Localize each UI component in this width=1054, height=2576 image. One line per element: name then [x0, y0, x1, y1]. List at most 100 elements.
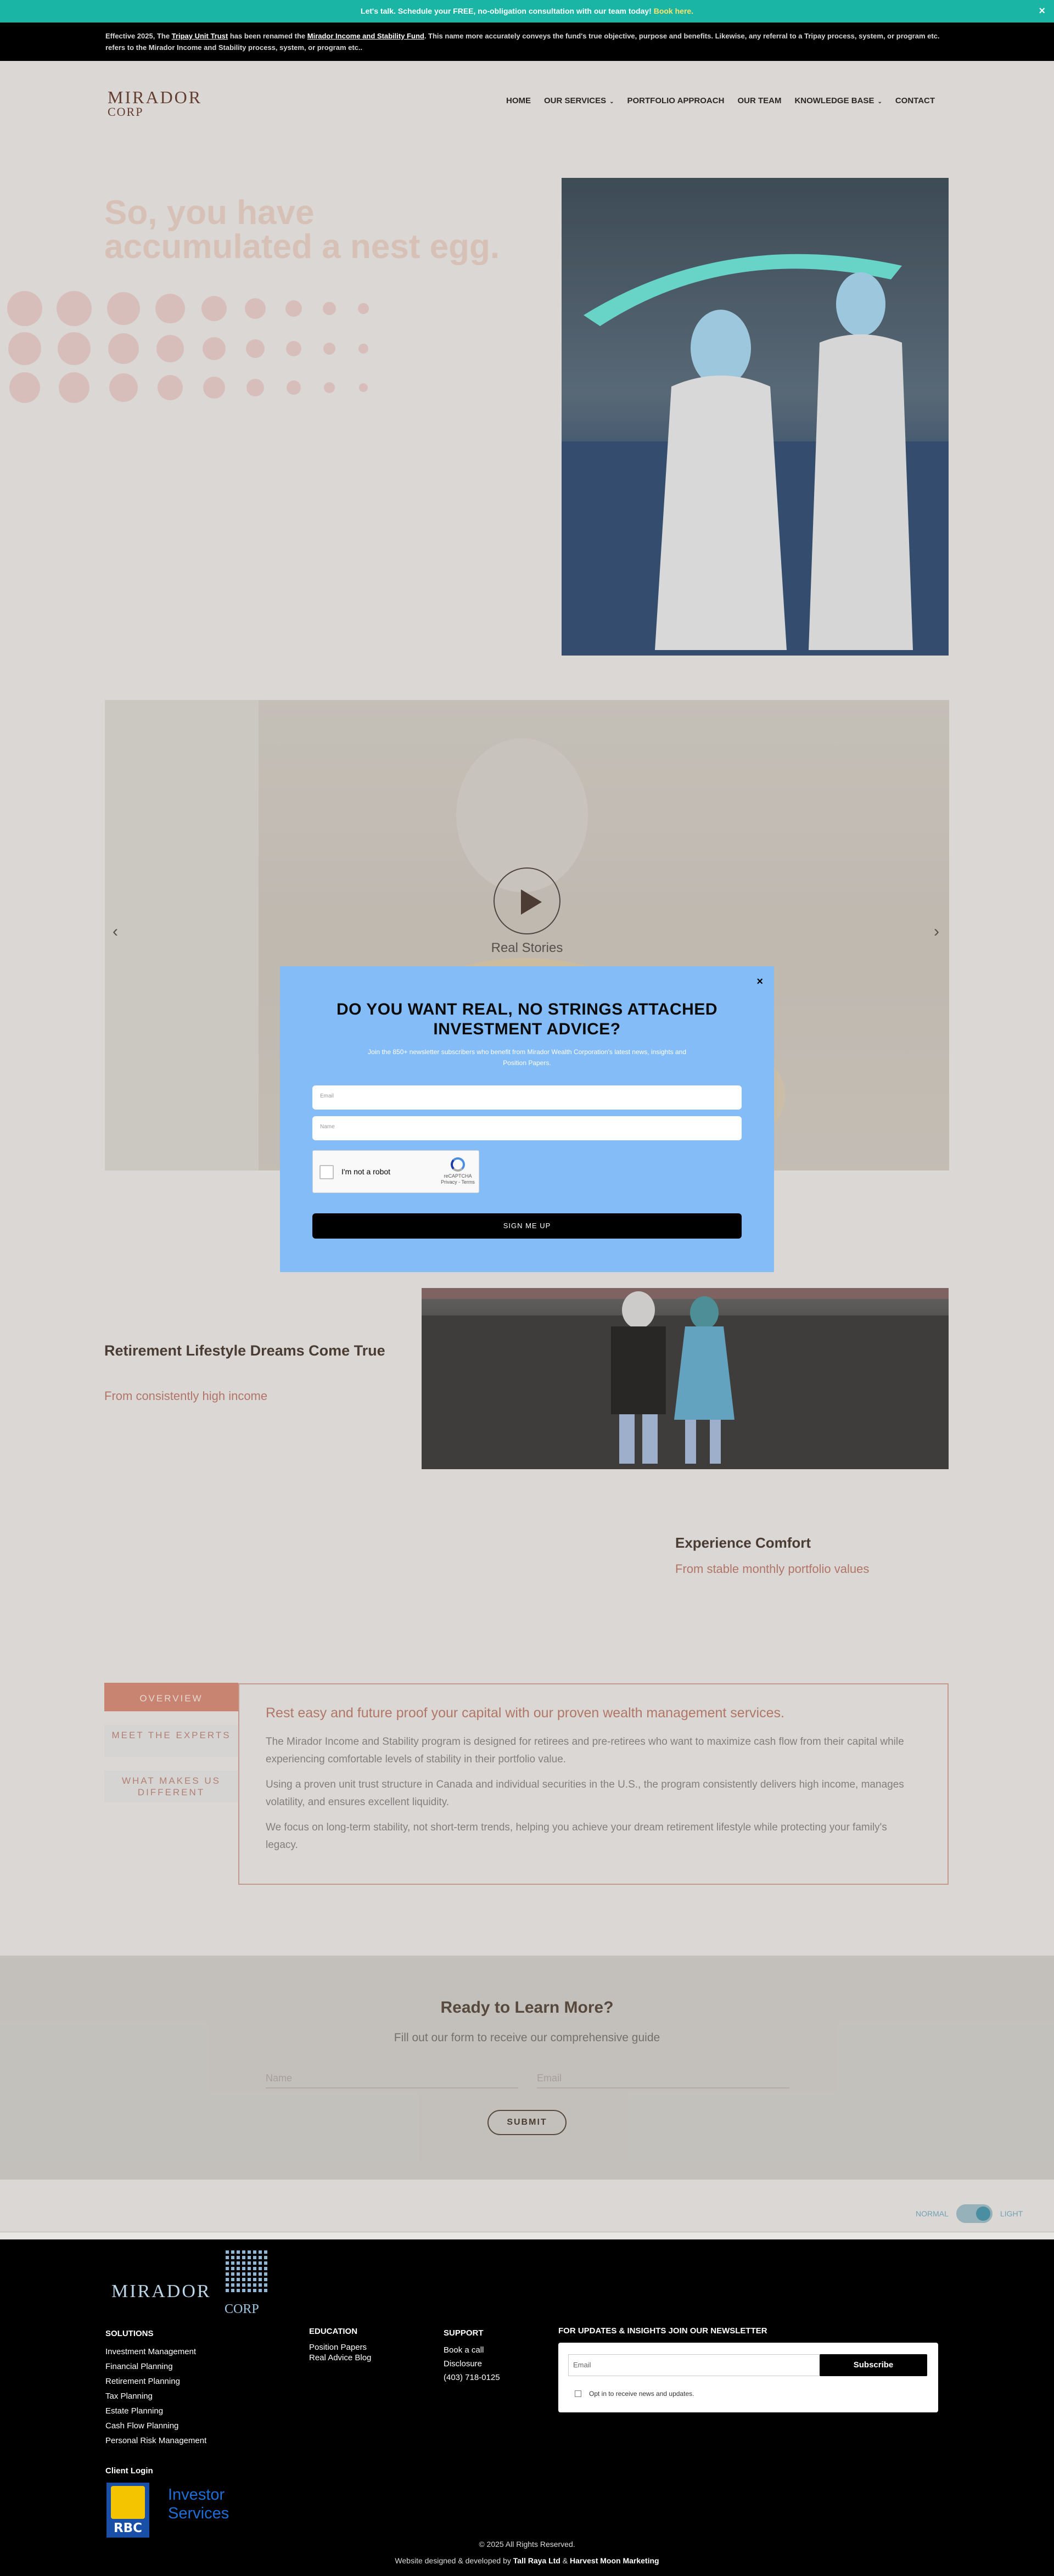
- credit-prefix: Website designed & developed by: [395, 2556, 513, 2565]
- book-here-link[interactable]: Book here.: [654, 7, 693, 15]
- decorative-dots: [7, 291, 369, 403]
- nav-portfolio-approach[interactable]: PORTFOLIO APPROACH: [627, 96, 724, 105]
- copyright: © 2025 All Rights Reserved.: [479, 2540, 575, 2549]
- recaptcha-badge: reCAPTCHA Privacy - Terms: [440, 1157, 475, 1185]
- learn-subtitle: Fill out our form to receive our compreh…: [394, 2031, 660, 2044]
- rename-notice: Effective 2025, The Tripay Unit Trust ha…: [0, 23, 1054, 61]
- email-field[interactable]: Email: [537, 2073, 789, 2088]
- prev-arrow-icon[interactable]: ‹: [113, 922, 118, 941]
- footer-link[interactable]: Cash Flow Planning: [105, 2418, 206, 2433]
- recaptcha-links[interactable]: Privacy - Terms: [440, 1179, 475, 1185]
- tab-meet-the-experts[interactable]: MEET THE EXPERTS: [104, 1725, 238, 1757]
- sign-me-up-button[interactable]: SIGN ME UP: [312, 1213, 742, 1239]
- footer-support: SUPPORT Book a call Disclosure (403) 718…: [444, 2326, 500, 2384]
- captcha-label: I'm not a robot: [341, 1167, 391, 1176]
- footer-link[interactable]: Position Papers: [309, 2342, 371, 2353]
- tab-what-makes-us-different[interactable]: WHAT MAKES US DIFFERENT: [104, 1771, 238, 1802]
- nav-label: HOME: [506, 96, 531, 105]
- newsletter-heading: FOR UPDATES & INSIGHTS JOIN OUR NEWSLETT…: [558, 2326, 767, 2336]
- site-logo[interactable]: MIRADOR CORP: [108, 88, 202, 118]
- footer-link[interactable]: Book a call: [444, 2343, 500, 2357]
- toggle-label-normal: NORMAL: [916, 2209, 949, 2218]
- modal-name-input[interactable]: Name: [312, 1116, 742, 1140]
- chevron-down-icon: ⌄: [877, 99, 882, 105]
- footer-link[interactable]: Estate Planning: [105, 2404, 206, 2418]
- notice-text-1: Effective 2025, The: [105, 32, 172, 40]
- support-heading: SUPPORT: [444, 2328, 484, 2338]
- tab-overview[interactable]: OVERVIEW: [104, 1683, 238, 1711]
- video-caption: Real Stories: [491, 940, 563, 955]
- couple-beach-image: [422, 1288, 949, 1469]
- subscribe-button[interactable]: Subscribe: [820, 2354, 927, 2376]
- lifestyle-title: Retirement Lifestyle Dreams Come True: [104, 1342, 385, 1359]
- nav-label: KNOWLEDGE BASE: [794, 96, 874, 105]
- old-fund-name: Tripay Unit Trust: [171, 32, 228, 40]
- footer-link[interactable]: Tax Planning: [105, 2389, 206, 2404]
- newsletter-email-input[interactable]: Email: [568, 2354, 821, 2376]
- modal-title: DO YOU WANT REAL, NO STRINGS ATTACHED IN…: [336, 1000, 718, 1038]
- hero-image-surfers: [562, 178, 949, 656]
- site-footer: MIRADOR CORP SOLUTIONS Investment Manage…: [0, 2239, 1054, 2576]
- captcha-checkbox[interactable]: [319, 1165, 334, 1179]
- info-tabs: OVERVIEW MEET THE EXPERTS WHAT MAKES US …: [104, 1683, 238, 1816]
- logo-wordmark: MIRADOR: [108, 87, 203, 107]
- investor-services-link[interactable]: Investor Services: [168, 2485, 229, 2523]
- credit-amp: &: [560, 2556, 570, 2565]
- optin-checkbox[interactable]: [575, 2390, 581, 2397]
- switch-knob: [975, 2207, 990, 2221]
- footer-education: EDUCATION Position Papers Real Advice Bl…: [309, 2326, 371, 2363]
- close-icon[interactable]: ×: [1039, 0, 1045, 23]
- play-icon[interactable]: [494, 867, 560, 934]
- modal-email-input[interactable]: Email: [312, 1085, 742, 1110]
- client-login-heading: Client Login: [105, 2466, 153, 2476]
- learn-more-section: Ready to Learn More? Fill out our form t…: [0, 1956, 1054, 2180]
- investor-line-2: Services: [168, 2505, 229, 2522]
- rbc-logo[interactable]: RBC: [106, 2483, 149, 2538]
- contrast-toggle: NORMAL LIGHT: [916, 2204, 1023, 2223]
- panel-paragraph: Using a proven unit trust structure in C…: [266, 1779, 904, 1808]
- mode-switch[interactable]: [956, 2204, 993, 2223]
- new-fund-name: Mirador Income and Stability Fund: [307, 32, 424, 40]
- submit-button[interactable]: SUBMIT: [487, 2110, 567, 2135]
- comfort-title: Experience Comfort: [675, 1535, 811, 1551]
- recaptcha-brand: reCAPTCHA: [444, 1173, 472, 1179]
- nav-home[interactable]: HOME: [506, 96, 531, 105]
- next-arrow-icon[interactable]: ›: [934, 922, 939, 941]
- footer-link[interactable]: Real Advice Blog: [309, 2353, 371, 2363]
- announcement-text: Let's talk. Schedule your FREE, no-oblig…: [360, 7, 652, 15]
- credit-firm-1[interactable]: Tall Raya Ltd: [513, 2556, 560, 2565]
- logo-corp: CORP: [108, 105, 144, 119]
- education-heading: EDUCATION: [309, 2327, 358, 2336]
- footer-link[interactable]: Personal Risk Management: [105, 2433, 206, 2448]
- newsletter-optin[interactable]: Opt in to receive news and updates.: [575, 2390, 694, 2398]
- toggle-label-light: LIGHT: [1000, 2209, 1023, 2218]
- footer-phone[interactable]: (403) 718-0125: [444, 2371, 500, 2384]
- panel-paragraph: We focus on long-term stability, not sho…: [266, 1822, 887, 1851]
- name-field[interactable]: Name: [266, 2073, 518, 2088]
- nav-our-team[interactable]: OUR TEAM: [737, 96, 781, 105]
- site-header: MIRADOR CORP HOME OUR SERVICES ⌄ PORTFOLI…: [0, 61, 1054, 143]
- newsletter-form: Email Subscribe Opt in to receive news a…: [558, 2343, 938, 2412]
- footer-link[interactable]: Disclosure: [444, 2357, 500, 2371]
- comfort-subtitle: From stable monthly portfolio values: [675, 1562, 870, 1576]
- footer-logo[interactable]: MIRADOR CORP: [111, 2250, 271, 2316]
- close-icon[interactable]: ×: [756, 976, 763, 988]
- footer-link[interactable]: Retirement Planning: [105, 2374, 206, 2389]
- nav-knowledge-base[interactable]: KNOWLEDGE BASE ⌄: [794, 96, 882, 105]
- learn-title: Ready to Learn More?: [440, 1998, 614, 2017]
- tab-panel-overview: Rest easy and future proof your capital …: [238, 1683, 949, 1885]
- nav-label: PORTFOLIO APPROACH: [627, 96, 725, 105]
- play-triangle: [521, 889, 542, 915]
- investor-line-1: Investor: [168, 2486, 225, 2504]
- footer-link[interactable]: Investment Management: [105, 2344, 206, 2359]
- chevron-down-icon: ⌄: [609, 99, 614, 105]
- lifestyle-subtitle: From consistently high income: [104, 1389, 268, 1403]
- footer-link[interactable]: Financial Planning: [105, 2359, 206, 2374]
- newsletter-modal: × DO YOU WANT REAL, NO STRINGS ATTACHED …: [280, 966, 774, 1272]
- panel-heading: Rest easy and future proof your capital …: [266, 1705, 784, 1721]
- site-credit: Website designed & developed by Tall Ray…: [0, 2556, 1054, 2565]
- nav-contact[interactable]: CONTACT: [895, 96, 935, 105]
- main-nav: HOME OUR SERVICES ⌄ PORTFOLIO APPROACH OU…: [506, 96, 935, 105]
- nav-our-services[interactable]: OUR SERVICES ⌄: [544, 96, 614, 105]
- credit-firm-2[interactable]: Harvest Moon Marketing: [570, 2556, 659, 2565]
